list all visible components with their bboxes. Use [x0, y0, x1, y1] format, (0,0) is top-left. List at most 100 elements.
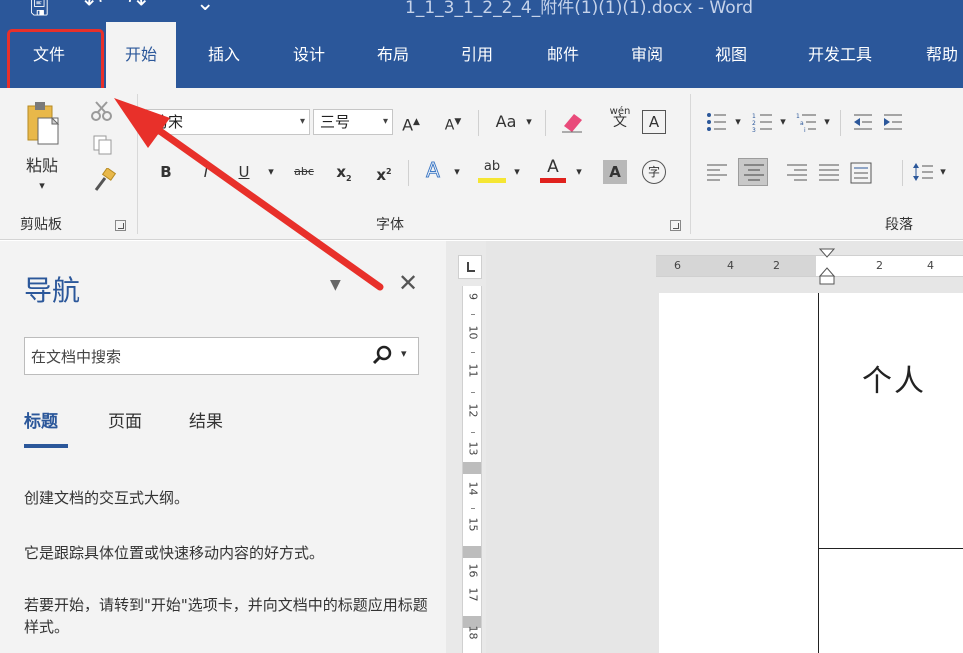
- underline-dropdown-icon[interactable]: ▾: [266, 160, 276, 184]
- text-effects-button[interactable]: A: [420, 158, 446, 183]
- phonetic-guide-button[interactable]: wén 文: [608, 106, 632, 129]
- numbering-dropdown-icon[interactable]: ▾: [778, 110, 788, 134]
- indent-marker-icon[interactable]: [819, 248, 835, 286]
- font-group-label: 字体: [376, 217, 404, 233]
- horizontal-ruler-label: 2: [773, 259, 780, 272]
- increase-indent-icon[interactable]: [882, 112, 904, 132]
- multilevel-dropdown-icon[interactable]: ▾: [822, 110, 832, 134]
- close-pane-icon[interactable]: ✕: [398, 269, 418, 297]
- font-name-combo[interactable]: 仿宋 ▾: [146, 109, 310, 135]
- search-options-dropdown-icon[interactable]: ▾: [401, 347, 407, 360]
- copy-icon[interactable]: [92, 134, 114, 156]
- highlight-color-button[interactable]: ab: [478, 156, 506, 183]
- tab-home[interactable]: 开始: [106, 22, 176, 88]
- grow-font-button[interactable]: A▲: [400, 110, 422, 137]
- quick-access-customize-icon[interactable]: ⌄: [196, 0, 214, 16]
- bullets-dropdown-icon[interactable]: ▾: [733, 110, 743, 134]
- toolbar-separator: [545, 110, 546, 136]
- undo-icon[interactable]: ↶: [84, 0, 102, 16]
- nav-tab-headings[interactable]: 标题: [24, 407, 58, 432]
- nav-tab-pages[interactable]: 页面: [108, 407, 142, 432]
- vertical-ruler-label: 12: [466, 403, 480, 418]
- ribbon-home: 粘贴 ▾ 剪贴板 仿宋 ▾ 三号 ▾ A▲ A▼ Aa ▾ wén 文 A B …: [0, 88, 963, 240]
- toolbar-separator: [840, 110, 841, 136]
- svg-text:1: 1: [752, 113, 756, 120]
- clear-formatting-icon[interactable]: [560, 110, 586, 136]
- underline-button[interactable]: U: [234, 160, 254, 184]
- save-icon[interactable]: 🖫: [30, 0, 49, 22]
- bullets-icon[interactable]: [706, 112, 728, 132]
- svg-text:a: a: [800, 120, 804, 127]
- vertical-ruler-label: 18: [466, 625, 480, 640]
- bold-button[interactable]: B: [156, 160, 176, 184]
- shrink-font-button[interactable]: A▼: [442, 110, 464, 138]
- line-spacing-dropdown-icon[interactable]: ▾: [938, 160, 948, 184]
- tab-review[interactable]: 审阅: [615, 22, 679, 88]
- ruler-tick: [471, 508, 475, 509]
- tab-selector-icon[interactable]: [458, 255, 482, 279]
- clipboard-launcher-icon[interactable]: [115, 220, 126, 231]
- numbering-icon[interactable]: 1 2 3: [752, 112, 774, 132]
- document-text[interactable]: 个人: [862, 356, 926, 400]
- change-case-button[interactable]: Aa: [490, 110, 522, 134]
- tab-help[interactable]: 帮助: [912, 22, 963, 88]
- tab-view[interactable]: 视图: [699, 22, 763, 88]
- nav-message-tracking: 它是跟踪具体位置或快速移动内容的好方式。: [24, 544, 325, 562]
- tab-design[interactable]: 设计: [277, 22, 341, 88]
- group-divider: [137, 94, 138, 234]
- distributed-align-icon[interactable]: [850, 162, 872, 184]
- vertical-ruler[interactable]: 9 10 11 12 13 14 15 16 17 18: [462, 286, 482, 653]
- window-title: 1_1_3_1_2_2_4_附件(1)(1)(1).docx - Word: [405, 0, 754, 18]
- ruler-margin-marker: [463, 462, 481, 474]
- tab-mailings[interactable]: 邮件: [531, 22, 595, 88]
- change-case-dropdown-icon[interactable]: ▾: [524, 110, 534, 134]
- font-name-dropdown-icon[interactable]: ▾: [300, 110, 305, 134]
- paragraph-group-label: 段落: [885, 217, 913, 233]
- search-box: ▾: [24, 337, 419, 375]
- paste-dropdown-icon[interactable]: ▾: [36, 174, 48, 198]
- align-left-icon[interactable]: [706, 162, 728, 182]
- strikethrough-button[interactable]: abc: [289, 160, 319, 184]
- search-input[interactable]: [31, 346, 361, 368]
- line-spacing-icon[interactable]: [912, 162, 934, 182]
- multilevel-list-icon[interactable]: 1 a i: [796, 112, 818, 132]
- superscript-index: 2: [386, 167, 392, 176]
- svg-text:2: 2: [752, 120, 756, 127]
- character-border-button[interactable]: A: [642, 110, 666, 134]
- redo-icon[interactable]: ↷: [128, 0, 146, 16]
- align-right-icon[interactable]: [786, 162, 808, 182]
- justify-icon[interactable]: [818, 162, 840, 182]
- title-bar: 🖫 ↶ ↷ ⌄ 1_1_3_1_2_2_4_附件(1)(1)(1).docx -…: [0, 0, 963, 22]
- tab-layout[interactable]: 布局: [361, 22, 425, 88]
- nav-tab-results[interactable]: 结果: [189, 407, 223, 432]
- font-size-dropdown-icon[interactable]: ▾: [383, 110, 388, 134]
- font-color-dropdown-icon[interactable]: ▾: [574, 160, 584, 184]
- document-page[interactable]: [659, 293, 963, 653]
- file-tab-highlight-box: [7, 29, 104, 95]
- font-color-button[interactable]: A: [540, 156, 566, 183]
- pane-options-dropdown-icon[interactable]: ▼: [330, 277, 341, 293]
- cut-icon[interactable]: [90, 100, 114, 122]
- subscript-button[interactable]: x2: [332, 160, 356, 191]
- search-icon[interactable]: [371, 344, 393, 368]
- svg-text:i: i: [804, 127, 806, 132]
- tab-insert[interactable]: 插入: [192, 22, 256, 88]
- italic-button[interactable]: I: [196, 160, 216, 184]
- text-effects-dropdown-icon[interactable]: ▾: [452, 160, 462, 184]
- font-size-combo[interactable]: 三号 ▾: [313, 109, 393, 135]
- decrease-indent-icon[interactable]: [852, 112, 874, 132]
- horizontal-ruler[interactable]: 6 4 2 2 4: [656, 248, 963, 285]
- format-painter-icon[interactable]: [92, 168, 118, 192]
- character-shading-button[interactable]: A: [603, 160, 627, 184]
- highlight-dropdown-icon[interactable]: ▾: [512, 160, 522, 184]
- tab-developer[interactable]: 开发工具: [788, 22, 892, 88]
- align-center-button[interactable]: [738, 158, 768, 186]
- subscript-index: 2: [346, 174, 352, 183]
- font-launcher-icon[interactable]: [670, 220, 681, 231]
- vertical-ruler-label: 14: [466, 481, 480, 496]
- tab-references[interactable]: 引用: [445, 22, 509, 88]
- vertical-ruler-label: 17: [466, 587, 480, 602]
- superscript-button[interactable]: x2: [372, 160, 396, 187]
- paste-icon[interactable]: [24, 100, 60, 150]
- enclose-characters-button[interactable]: 字: [642, 160, 666, 184]
